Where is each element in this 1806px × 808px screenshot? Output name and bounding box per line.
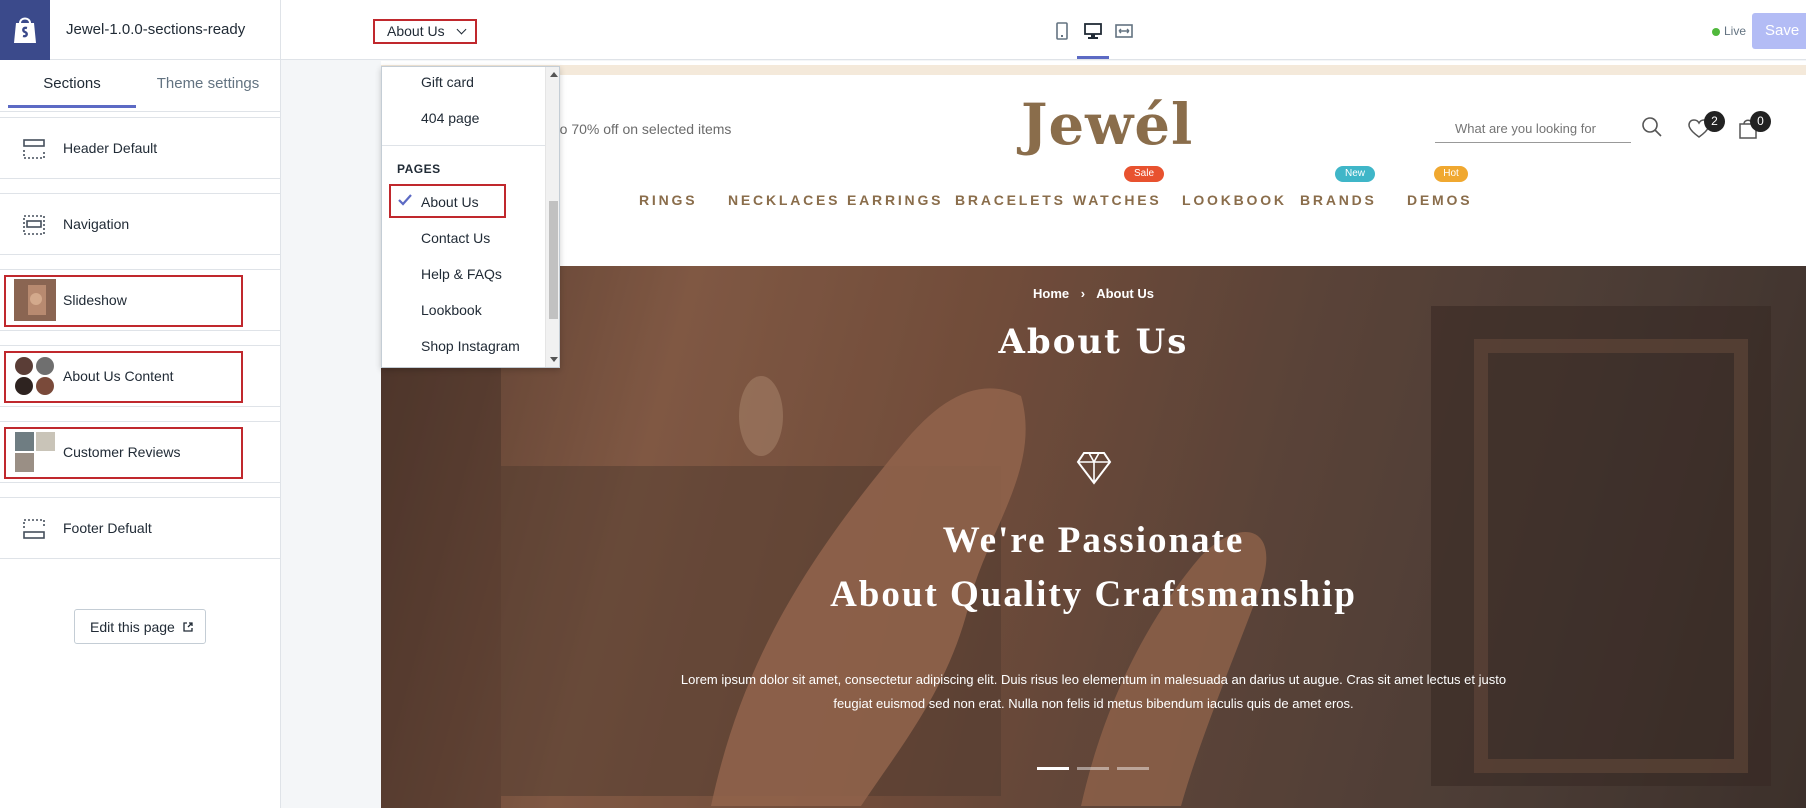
dropdown-item-contact-us[interactable]: Contact Us [421, 230, 490, 246]
scroll-up-arrow-icon[interactable] [550, 72, 558, 77]
nav-item-lookbook[interactable]: LOOKBOOK [1182, 192, 1287, 208]
dropdown-item-gift-card[interactable]: Gift card [421, 74, 474, 90]
nav-item-necklaces[interactable]: NECKLACES [728, 192, 840, 208]
sale-badge: Sale [1124, 166, 1164, 182]
checkmark-icon [398, 194, 412, 206]
shopify-logo[interactable] [0, 0, 50, 60]
nav-item-bracelets[interactable]: BRACELETS [955, 192, 1066, 208]
mobile-icon[interactable] [1053, 22, 1071, 40]
hero-description: Lorem ipsum dolor sit amet, consectetur … [680, 672, 1507, 711]
reviews-thumbnail [15, 432, 55, 472]
topbar-divider [280, 0, 281, 60]
dropdown-item-about-us[interactable]: About Us [421, 194, 479, 210]
dropdown-item-404-page[interactable]: 404 page [421, 110, 479, 126]
dropdown-item-shop-instagram[interactable]: Shop Instagram [421, 338, 520, 354]
dropdown-item-lookbook[interactable]: Lookbook [421, 302, 482, 318]
dropdown-scrollbar[interactable] [545, 67, 559, 367]
shopify-bag-icon [14, 17, 36, 43]
nav-item-brands[interactable]: BRANDS [1300, 192, 1377, 208]
section-item-header-default[interactable]: Header Default [0, 117, 280, 179]
nav-item-rings[interactable]: RINGS [639, 192, 697, 208]
section-item-footer-default[interactable]: Footer Defualt [0, 497, 280, 559]
hot-badge: Hot [1434, 166, 1468, 182]
fullscreen-icon[interactable] [1115, 22, 1133, 40]
desktop-icon[interactable] [1084, 22, 1102, 40]
new-badge: New [1335, 166, 1375, 182]
section-label: Header Default [63, 140, 158, 156]
scrollbar-thumb[interactable] [549, 201, 558, 319]
about-content-thumbnail [15, 357, 54, 395]
nav-item-earrings[interactable]: EARRINGS [847, 192, 943, 208]
storefront-preview: pto 70% off on selected items Jewél 2 0 … [381, 61, 1806, 808]
live-status-dot [1712, 28, 1720, 36]
slide-dot-3[interactable] [1117, 767, 1149, 770]
section-label: Customer Reviews [63, 444, 181, 460]
theme-name: Jewel-1.0.0-sections-ready [66, 21, 246, 38]
device-active-indicator [1077, 56, 1109, 59]
tab-theme-settings[interactable]: Theme settings [140, 60, 276, 108]
dropdown-divider [382, 145, 545, 146]
external-link-icon [183, 622, 193, 632]
store-logo[interactable]: Jewél [1021, 92, 1193, 158]
nav-item-watches[interactable]: WATCHES [1073, 192, 1162, 208]
chevron-down-icon [456, 24, 467, 35]
page-title: About Us [998, 322, 1189, 362]
edit-this-page-button[interactable]: Edit this page [74, 609, 206, 644]
navigation-layout-icon [23, 215, 45, 235]
search-input[interactable] [1435, 115, 1631, 143]
section-label: Slideshow [63, 292, 127, 308]
section-label: Navigation [63, 216, 130, 232]
page-selector-dropdown: Gift card 404 page PAGES About Us Contac… [381, 66, 560, 368]
sections-sidebar: Sections Theme settings Header Default N… [0, 60, 281, 808]
slideshow-thumbnail [14, 279, 56, 321]
header-layout-icon [23, 139, 45, 159]
chevron-right-icon: › [1080, 286, 1086, 301]
hero-heading-line1: We're Passionate [942, 520, 1245, 561]
section-item-about-us-content[interactable]: About Us Content [0, 345, 280, 407]
promo-text: pto 70% off on selected items [548, 121, 732, 137]
search-icon[interactable] [1641, 116, 1663, 138]
section-label: About Us Content [63, 368, 174, 384]
section-item-slideshow[interactable]: Slideshow [0, 269, 280, 331]
nav-item-demos[interactable]: DEMOS [1407, 192, 1472, 208]
section-item-customer-reviews[interactable]: Customer Reviews [0, 421, 280, 483]
live-status-label: Live [1724, 24, 1747, 38]
slide-dot-2[interactable] [1077, 767, 1109, 770]
section-item-navigation[interactable]: Navigation [0, 193, 280, 255]
breadcrumb-home[interactable]: Home [1033, 286, 1069, 301]
tabs-divider [0, 111, 281, 112]
breadcrumb: Home › About Us [381, 286, 1806, 301]
section-label: Footer Defualt [63, 520, 152, 536]
wishlist-count-badge: 2 [1704, 111, 1725, 132]
tab-sections[interactable]: Sections [8, 60, 136, 108]
breadcrumb-current: About Us [1096, 286, 1154, 301]
page-selector-value: About Us [387, 23, 445, 39]
edit-page-label: Edit this page [90, 619, 175, 635]
slide-dot-1[interactable] [1037, 767, 1069, 770]
hero-heading: We're Passionate About Quality Craftsman… [381, 514, 1806, 622]
dropdown-pages-heading: PAGES [397, 162, 441, 176]
hero-banner: Home › About Us About Us We're Passionat… [381, 266, 1806, 808]
editor-topbar: Jewel-1.0.0-sections-ready About Us Live… [0, 0, 1806, 60]
save-button[interactable]: Save [1752, 13, 1806, 49]
dropdown-item-help-faqs[interactable]: Help & FAQs [421, 266, 502, 282]
scroll-down-arrow-icon[interactable] [550, 357, 558, 362]
announcement-strip [381, 65, 1806, 75]
page-selector[interactable]: About Us [373, 19, 477, 44]
hero-heading-line2: About Quality Craftsmanship [830, 574, 1357, 615]
diamond-icon [1076, 452, 1112, 485]
footer-layout-icon [23, 519, 45, 539]
cart-count-badge: 0 [1750, 111, 1771, 132]
